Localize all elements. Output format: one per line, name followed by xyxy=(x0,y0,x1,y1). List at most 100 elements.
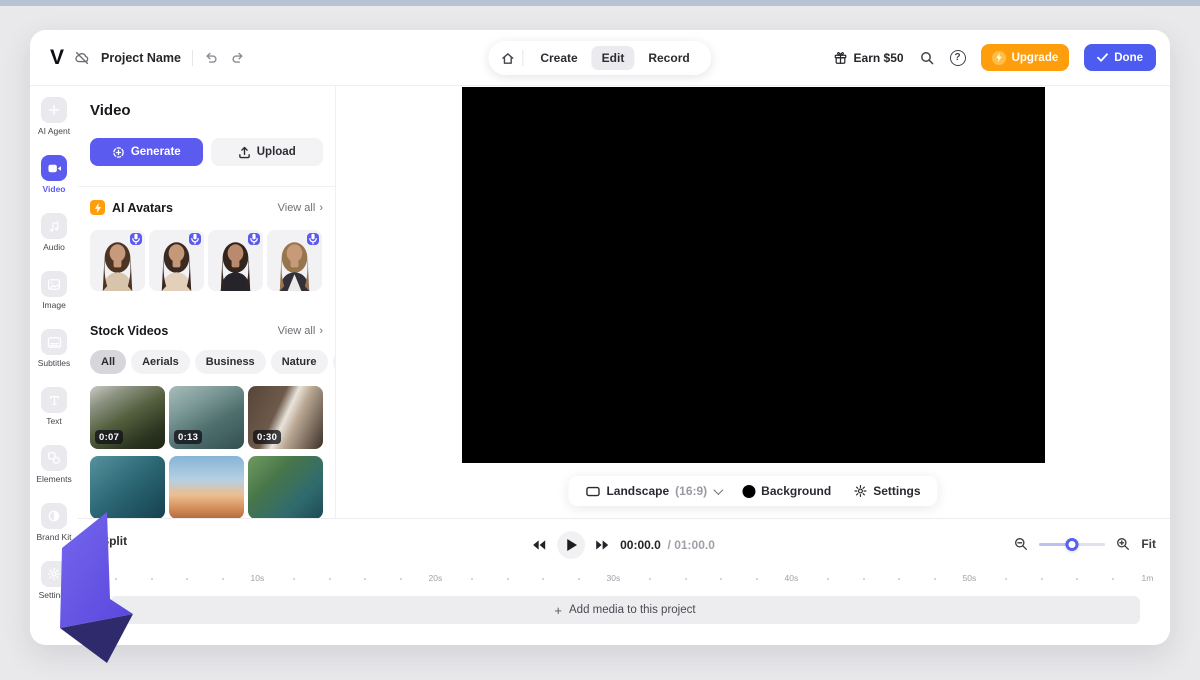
timeline-zoom-slider[interactable] xyxy=(1039,537,1106,551)
undo-icon[interactable] xyxy=(204,50,219,65)
sidebar-item-label: Text xyxy=(46,416,62,426)
sidebar-item-image[interactable]: Image xyxy=(30,265,78,323)
stock-filter--[interactable]: ··· xyxy=(332,350,335,374)
done-button[interactable]: Done xyxy=(1084,44,1156,71)
nav-tab-edit[interactable]: Edit xyxy=(591,46,635,70)
upload-icon xyxy=(238,146,250,158)
ruler-tick xyxy=(115,578,117,580)
sidebar-item-video[interactable]: Video xyxy=(30,149,78,207)
stock-video-underwater-divers[interactable] xyxy=(90,456,165,518)
redo-icon[interactable] xyxy=(230,50,245,65)
play-button[interactable] xyxy=(557,531,586,559)
text-icon xyxy=(41,387,67,413)
ruler-tick xyxy=(293,578,295,580)
upgrade-button[interactable]: Upgrade xyxy=(980,44,1070,71)
ai-avatar-card-avatar-3[interactable] xyxy=(208,230,263,291)
sidebar-item-elements[interactable]: Elements xyxy=(30,439,78,497)
settings-icon xyxy=(41,561,67,587)
sidebar-rail: AI Agent Video Audio Image Subtitles Text Elem… xyxy=(30,86,78,645)
timeline-ruler[interactable]: 10s 20s 30s 40s 50s 1m xyxy=(78,571,1170,587)
divider xyxy=(522,50,524,66)
sidebar-item-brand-kit[interactable]: Brand Kit xyxy=(30,497,78,555)
nav-tab-create[interactable]: Create xyxy=(530,46,587,70)
stock-video-rocky-coast[interactable]: 0:13 xyxy=(169,386,244,449)
skip-back-icon[interactable] xyxy=(533,540,546,550)
ruler-tick xyxy=(1005,578,1007,580)
panel-title: Video xyxy=(90,102,131,119)
add-media-button[interactable]: + Add media to this project xyxy=(110,596,1140,624)
sidebar-item-ai-agent[interactable]: AI Agent xyxy=(30,91,78,149)
stock-video-office-meeting[interactable]: 0:30 xyxy=(248,386,323,449)
ai-avatar-card-avatar-2[interactable] xyxy=(149,230,204,291)
fit-button[interactable]: Fit xyxy=(1141,537,1156,551)
split-button[interactable]: ✂ Split xyxy=(86,534,127,548)
ruler-tick xyxy=(1076,578,1079,580)
ruler-label: 50s xyxy=(962,573,977,583)
stock-filter-nature[interactable]: Nature xyxy=(270,350,328,374)
ruler-tick xyxy=(827,578,829,580)
topbar: V Project Name Create Edit Record Earn $… xyxy=(30,30,1170,86)
video-icon xyxy=(41,155,67,181)
ruler-tick xyxy=(1040,578,1043,580)
sidebar-item-subtitles[interactable]: Subtitles xyxy=(30,323,78,381)
aspect-ratio-selector[interactable]: Landscape (16:9) xyxy=(574,484,731,498)
ai-avatar-card-avatar-1[interactable] xyxy=(90,230,145,291)
upload-button[interactable]: Upload xyxy=(210,138,323,166)
ruler-tick xyxy=(186,578,189,580)
background-button[interactable]: Background xyxy=(731,484,842,498)
gift-icon xyxy=(834,52,846,64)
voice-badge-icon xyxy=(307,233,319,245)
stock-filter-aerials[interactable]: Aerials xyxy=(131,350,190,374)
ruler-tick xyxy=(471,578,473,580)
ruler-label: 1m xyxy=(1141,573,1154,583)
stock-videos-view-all[interactable]: View all › xyxy=(278,325,323,337)
divider xyxy=(78,186,335,187)
sidebar-item-text[interactable]: Text xyxy=(30,381,78,439)
stock-video-mountain-valley[interactable]: 0:07 xyxy=(90,386,165,449)
sidebar-item-audio[interactable]: Audio xyxy=(30,207,78,265)
ai-avatars-view-all[interactable]: View all › xyxy=(278,202,323,214)
video-duration-badge: 0:07 xyxy=(95,430,124,444)
stock-video-coastal-cliffs[interactable] xyxy=(248,456,323,518)
sidebar-item-label: Subtitles xyxy=(37,358,71,368)
ai-avatars-header: AI Avatars View all › xyxy=(90,200,323,215)
ruler-tick xyxy=(577,578,580,580)
ruler-tick xyxy=(862,578,865,580)
project-name[interactable]: Project Name xyxy=(101,51,181,65)
nav-tab-record[interactable]: Record xyxy=(638,46,699,70)
earn-reward-button[interactable]: Earn $50 xyxy=(833,50,904,65)
ai-avatars-badge-icon xyxy=(90,200,105,215)
ruler-tick xyxy=(506,578,509,580)
video-duration-badge: 0:30 xyxy=(253,430,282,444)
search-icon[interactable] xyxy=(919,50,935,66)
voice-badge-icon xyxy=(130,233,142,245)
skip-forward-icon[interactable] xyxy=(596,540,609,550)
ruler-tick xyxy=(933,578,936,580)
video-duration-badge: 0:13 xyxy=(174,430,203,444)
stock-filter-all[interactable]: All xyxy=(90,350,127,374)
elements-icon xyxy=(41,445,67,471)
video-canvas[interactable] xyxy=(462,87,1045,463)
zoom-out-icon[interactable] xyxy=(1014,537,1028,551)
ai-avatar-card-avatar-4[interactable] xyxy=(267,230,322,291)
zoom-in-icon[interactable] xyxy=(1116,537,1130,551)
image-icon xyxy=(41,271,67,297)
generate-button[interactable]: Generate xyxy=(90,138,203,166)
voice-badge-icon xyxy=(248,233,260,245)
ai-agent-icon xyxy=(41,97,67,123)
plus-icon: + xyxy=(554,602,562,618)
veed-logo: V xyxy=(50,45,64,69)
voice-badge-icon xyxy=(189,233,201,245)
landscape-rect-icon xyxy=(586,486,600,496)
sidebar-item-settings[interactable]: Settings xyxy=(30,555,78,613)
help-icon[interactable]: ? xyxy=(949,49,966,66)
canvas-settings-button[interactable]: Settings xyxy=(842,484,931,498)
home-icon[interactable] xyxy=(500,51,515,66)
sidebar-item-label: AI Agent xyxy=(37,126,71,136)
zoom-slider-handle[interactable] xyxy=(1065,537,1079,551)
cloud-sync-icon xyxy=(74,50,90,66)
ruler-tick xyxy=(542,578,545,580)
stock-video-sunset-peaks[interactable] xyxy=(169,456,244,518)
ruler-label: 40s xyxy=(784,573,799,583)
stock-filter-business[interactable]: Business xyxy=(194,350,266,374)
